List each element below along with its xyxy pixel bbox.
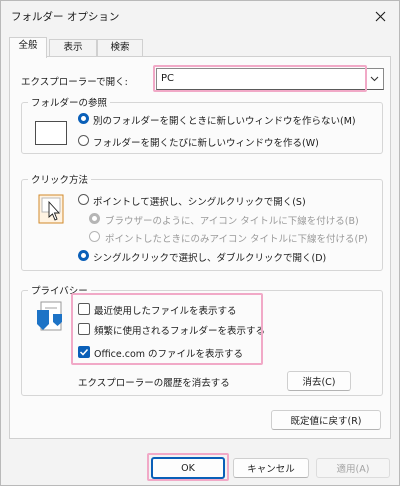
radio-underline-point-label: ポイントしたときにのみアイコン タイトルに下線を付ける(P) (105, 234, 368, 245)
radio-single-click-label: ポイントして選択し、シングルクリックで開く(S) (93, 197, 306, 208)
cancel-button[interactable]: キャンセル (233, 458, 309, 478)
folder-options-dialog: フォルダー オプション 全般 表示 検索 エクスプローラーで開く: PC フォル… (0, 0, 400, 486)
radio-double-click[interactable] (78, 250, 89, 261)
radio-single-click[interactable] (78, 194, 89, 205)
click-method-title: クリック方法 (28, 172, 92, 186)
open-explorer-dropdown[interactable]: PC (156, 68, 384, 90)
tab-view[interactable]: 表示 (49, 39, 97, 57)
title-bar: フォルダー オプション (1, 1, 399, 33)
pointer-click-icon (35, 193, 67, 228)
close-button[interactable] (367, 5, 393, 27)
folder-window-icon (35, 121, 67, 148)
checkbox-office-files[interactable] (78, 346, 90, 358)
privacy-title: プライバシー (28, 283, 91, 297)
checkbox-frequent-folders[interactable] (78, 323, 90, 335)
privacy-document-icon (35, 300, 67, 337)
radio-new-window[interactable] (78, 135, 89, 146)
restore-defaults-button[interactable]: 既定値に戻す(R) (271, 410, 381, 430)
radio-same-window-label: 別のフォルダーを開くときに新しいウィンドウを作らない(M) (93, 116, 356, 127)
browse-folders-title: フォルダーの参照 (28, 95, 111, 109)
chevron-down-icon (365, 69, 383, 89)
tab-general[interactable]: 全般 (9, 37, 47, 58)
radio-new-window-label: フォルダーを開くたびに新しいウィンドウを作る(W) (93, 138, 319, 149)
window-title: フォルダー オプション (11, 11, 120, 23)
radio-double-click-label: シングルクリックで選択し、ダブルクリックで開く(D) (93, 253, 327, 264)
radio-underline-always-label: ブラウザーのように、アイコン タイトルに下線を付ける(B) (105, 216, 359, 227)
tab-search[interactable]: 検索 (97, 39, 143, 57)
ok-button[interactable]: OK (151, 457, 225, 479)
checkbox-recent-files-label: 最近使用したファイルを表示する (94, 306, 237, 317)
checkmark-icon (79, 348, 89, 356)
open-explorer-value: PC (161, 73, 175, 84)
radio-underline-always[interactable] (89, 213, 100, 224)
radio-underline-point[interactable] (89, 231, 100, 242)
checkbox-frequent-folders-label: 頻繁に使用されるフォルダーを表示する (94, 326, 266, 337)
checkbox-recent-files[interactable] (78, 303, 90, 315)
close-icon (375, 11, 385, 21)
radio-same-window[interactable] (78, 113, 89, 124)
apply-button[interactable]: 適用(A) (316, 458, 390, 478)
clear-history-button[interactable]: 消去(C) (287, 371, 351, 391)
clear-history-label: エクスプローラーの履歴を消去する (78, 378, 230, 389)
open-explorer-label: エクスプローラーで開く: (21, 77, 128, 88)
checkbox-office-files-label: Office.com のファイルを表示する (94, 349, 244, 360)
